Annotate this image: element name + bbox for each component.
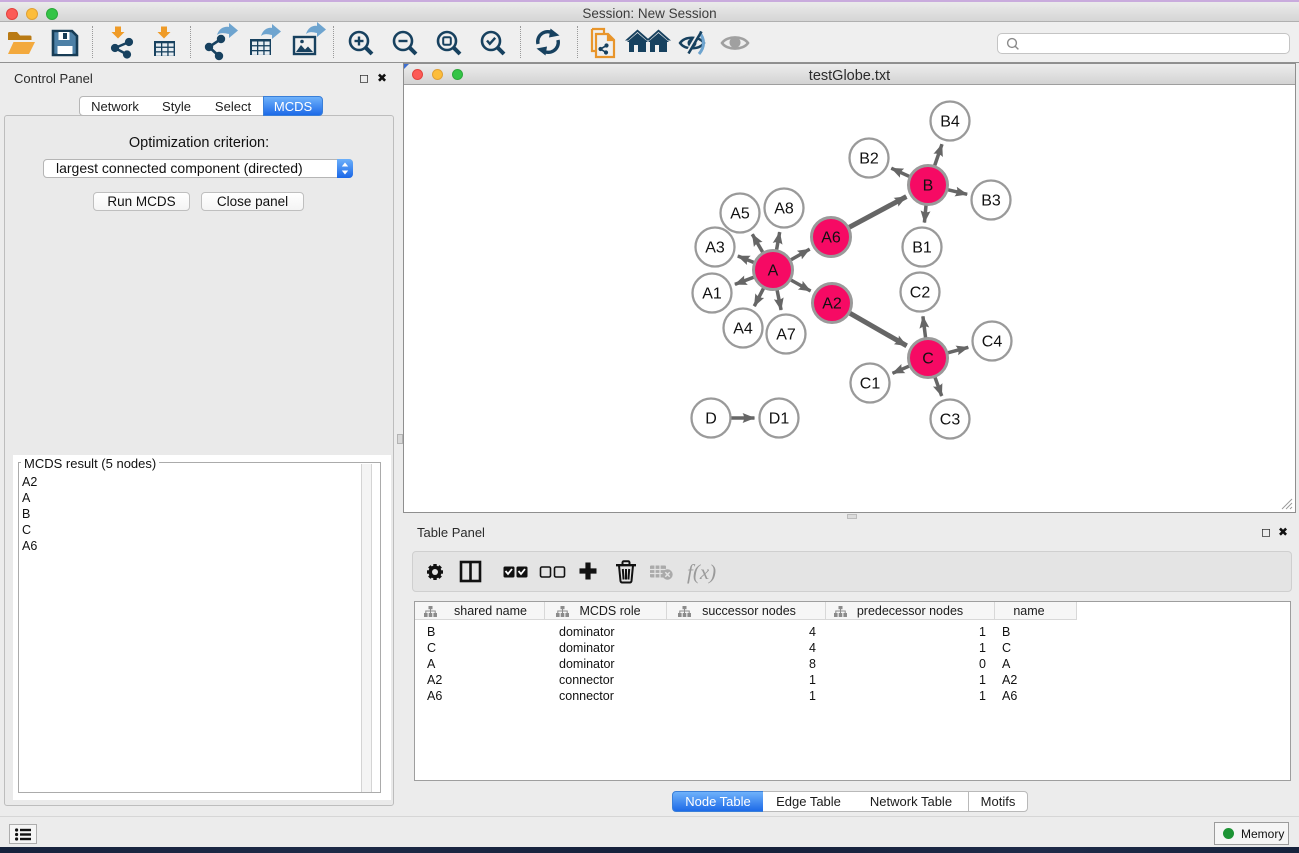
svg-text:C3: C3 bbox=[940, 412, 961, 429]
svg-text:B2: B2 bbox=[859, 151, 879, 168]
svg-text:A7: A7 bbox=[776, 327, 796, 344]
svg-text:f(x): f(x) bbox=[687, 560, 716, 584]
svg-text:B4: B4 bbox=[940, 114, 960, 131]
svg-text:A2: A2 bbox=[822, 296, 842, 313]
svg-text:A8: A8 bbox=[774, 201, 794, 218]
svg-text:B: B bbox=[923, 178, 934, 195]
svg-text:A4: A4 bbox=[733, 321, 753, 338]
svg-text:A6: A6 bbox=[821, 230, 841, 247]
svg-text:B1: B1 bbox=[912, 240, 932, 257]
svg-text:A1: A1 bbox=[702, 286, 722, 303]
svg-text:D: D bbox=[705, 411, 717, 428]
svg-text:C2: C2 bbox=[910, 285, 931, 302]
svg-text:A3: A3 bbox=[705, 240, 725, 257]
svg-text:C1: C1 bbox=[860, 376, 881, 393]
svg-text:B3: B3 bbox=[981, 193, 1001, 210]
svg-text:C: C bbox=[922, 351, 934, 368]
svg-text:A: A bbox=[768, 263, 779, 280]
svg-text:A5: A5 bbox=[730, 206, 750, 223]
svg-text:D1: D1 bbox=[769, 411, 790, 428]
svg-text:C4: C4 bbox=[982, 334, 1003, 351]
